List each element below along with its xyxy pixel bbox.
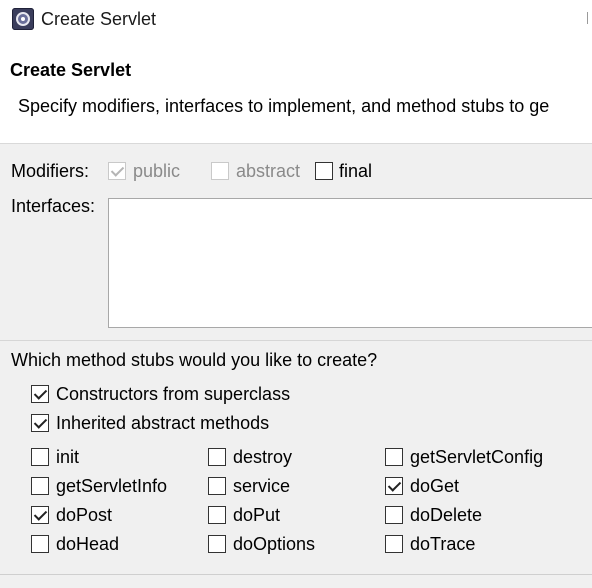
inherited-abstract-checkbox[interactable] [31,414,49,432]
interfaces-list[interactable] [108,198,592,328]
constructors-checkbox[interactable] [31,385,49,403]
dohead-checkbox[interactable] [31,535,49,553]
getservletinfo-checkbox[interactable] [31,477,49,495]
footer-divider [0,574,592,575]
modifiers-label: Modifiers: [11,161,90,181]
doput-label: doPut [233,505,281,525]
destroy-label: destroy [233,447,293,467]
dooptions-label: doOptions [233,534,316,554]
init-checkbox[interactable] [31,448,49,466]
constructors-label: Constructors from superclass [56,384,291,404]
getservletinfo-label: getServletInfo [56,476,168,496]
final-label: final [339,161,373,181]
final-checkbox[interactable] [315,162,333,180]
eclipse-app-icon [12,8,34,30]
inherited-abstract-label: Inherited abstract methods [56,413,270,433]
getservletconfig-label: getServletConfig [410,447,544,467]
doget-label: doGet [410,476,460,496]
interfaces-label: Interfaces: [11,196,96,216]
public-checkbox[interactable] [108,162,126,180]
doput-checkbox[interactable] [208,506,226,524]
dotrace-label: doTrace [410,534,476,554]
init-label: init [56,447,80,467]
window-title: Create Servlet [41,9,157,29]
method-stubs-question: Which method stubs would you like to cre… [11,350,378,370]
getservletconfig-checkbox[interactable] [385,448,403,466]
dopost-label: doPost [56,505,113,525]
destroy-checkbox[interactable] [208,448,226,466]
page-description: Specify modifiers, interfaces to impleme… [18,96,550,116]
abstract-checkbox[interactable] [211,162,229,180]
dodelete-label: doDelete [410,505,483,525]
dohead-label: doHead [56,534,120,554]
page-title: Create Servlet [10,60,132,80]
doget-checkbox[interactable] [385,477,403,495]
dotrace-checkbox[interactable] [385,535,403,553]
abstract-label: abstract [236,161,301,181]
service-checkbox[interactable] [208,477,226,495]
section-separator [0,340,592,341]
public-label: public [133,161,181,181]
dooptions-checkbox[interactable] [208,535,226,553]
title-bar-edge [587,12,588,24]
dopost-checkbox[interactable] [31,506,49,524]
wizard-header: Create Servlet Specify modifiers, interf… [0,38,592,144]
title-bar: Create Servlet [0,0,592,38]
dodelete-checkbox[interactable] [385,506,403,524]
service-label: service [233,476,291,496]
